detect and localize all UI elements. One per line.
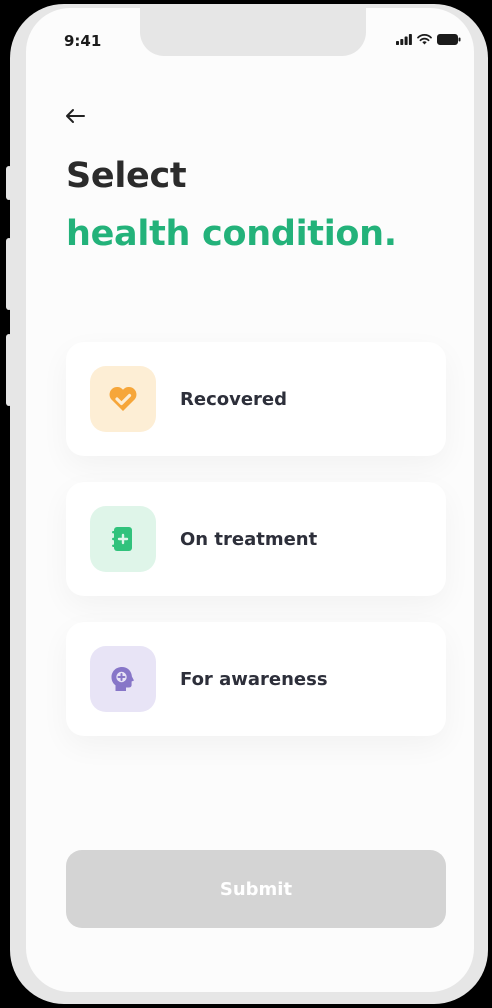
status-icons [396,34,461,45]
medical-book-icon [112,527,132,551]
option-recovered[interactable]: Recovered [66,342,446,456]
option-icon-tile [90,646,156,712]
arrow-left-icon [66,109,85,123]
option-label: Recovered [180,388,288,410]
option-icon-tile [90,506,156,572]
option-icon-tile [90,366,156,432]
volume-down-button [6,334,12,406]
app-screen: 9:41 Select health condition. Recovered … [26,8,474,992]
volume-up-button [6,238,12,310]
submit-button[interactable]: Submit [66,850,446,928]
back-button[interactable] [64,104,92,128]
option-label: For awareness [180,668,328,690]
head-plus-icon [111,667,134,691]
notch [140,8,366,56]
option-for-awareness[interactable]: For awareness [66,622,446,736]
option-on-treatment[interactable]: On treatment [66,482,446,596]
signal-icon [396,34,412,45]
heart-check-icon [109,386,137,411]
status-time: 9:41 [64,32,102,50]
option-label: On treatment [180,528,318,550]
page-title: Select [66,156,187,196]
silent-switch [6,166,12,200]
page-subtitle: health condition. [66,214,397,254]
battery-icon [437,34,461,45]
wifi-icon [417,34,432,45]
